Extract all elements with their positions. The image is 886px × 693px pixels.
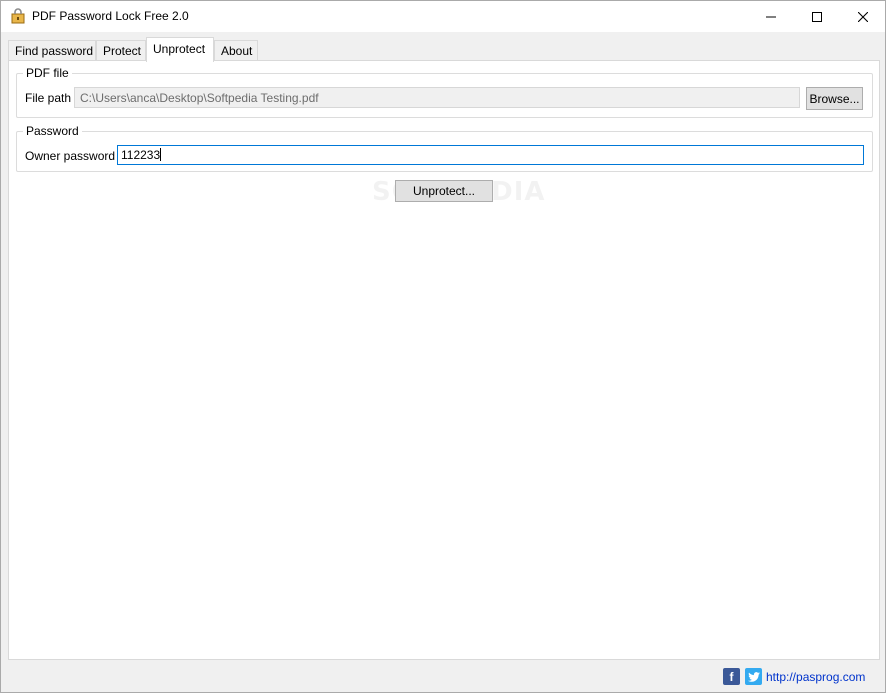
facebook-icon[interactable]: f (723, 668, 740, 685)
window-title: PDF Password Lock Free 2.0 (32, 9, 189, 23)
unprotect-button[interactable]: Unprotect... (395, 180, 493, 202)
unprotect-panel: PDF file File path C:\Users\anca\Desktop… (8, 60, 880, 660)
owner-password-value: 112233 (121, 148, 161, 162)
tab-find-password[interactable]: Find password (8, 40, 96, 61)
text-caret (160, 148, 162, 161)
maximize-button[interactable] (794, 1, 840, 32)
twitter-icon[interactable] (745, 668, 762, 685)
close-icon (858, 11, 868, 22)
file-path-field[interactable]: C:\Users\anca\Desktop\Softpedia Testing.… (74, 87, 800, 108)
owner-password-input[interactable]: 112233 (117, 145, 864, 165)
password-group: Password Owner password 112233 (16, 124, 873, 172)
pdf-file-group: PDF file File path C:\Users\anca\Desktop… (16, 66, 873, 118)
tab-about[interactable]: About (214, 40, 258, 61)
pdf-file-legend: PDF file (23, 66, 72, 80)
app-window: PDF Password Lock Free 2.0 Find password… (0, 0, 886, 693)
app-icon (10, 8, 26, 24)
tab-unprotect[interactable]: Unprotect (146, 37, 214, 62)
website-link[interactable]: http://pasprog.com (766, 670, 865, 684)
password-legend: Password (23, 124, 82, 138)
owner-password-label: Owner password (25, 149, 116, 163)
tab-strip: Find password Protect Unprotect About (8, 37, 878, 62)
tab-protect[interactable]: Protect (96, 40, 146, 61)
minimize-icon (766, 16, 776, 17)
file-path-label: File path (25, 91, 72, 105)
minimize-button[interactable] (748, 1, 794, 32)
close-button[interactable] (840, 1, 886, 32)
title-bar[interactable]: PDF Password Lock Free 2.0 (1, 1, 885, 32)
maximize-icon (812, 11, 822, 22)
browse-button[interactable]: Browse... (806, 87, 863, 110)
